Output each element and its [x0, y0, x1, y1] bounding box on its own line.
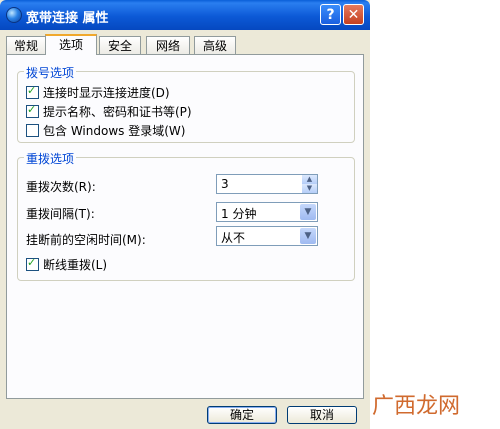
include-domain-checkbox[interactable] [26, 123, 39, 137]
window-title: 宽带连接 属性 [26, 11, 109, 26]
dial-options-title: 拨号选项 [24, 64, 77, 81]
spin-up-icon[interactable]: ▲ [301, 175, 317, 184]
redial-if-dropped-label: 断线重拨(L) [43, 257, 108, 272]
redial-attempts-value: 3 [221, 177, 229, 191]
redial-attempts-spinner[interactable]: 3 ▲ ▼ [216, 174, 318, 194]
tab-general[interactable]: 常规 [6, 36, 46, 54]
tab-networking[interactable]: 网络 [146, 36, 190, 54]
dial-options-group: 拨号选项 连接时显示连接进度(D) 提示名称、密码和证书等(P) 包含 Wind… [17, 64, 355, 143]
prompt-credentials-option[interactable]: 提示名称、密码和证书等(P) [26, 103, 192, 119]
cancel-button[interactable]: 取消 [287, 406, 357, 424]
ok-button[interactable]: 确定 [207, 406, 277, 424]
watermark-text: 广西龙网 [372, 394, 461, 419]
properties-dialog: 宽带连接 属性 ? ✕ 常规 选项 安全 网络 高级 拨号选项 连接时显示连接进… [0, 0, 370, 429]
show-progress-label: 连接时显示连接进度(D) [43, 85, 170, 100]
spin-down-icon[interactable]: ▼ [301, 184, 317, 193]
network-globe-icon [6, 7, 22, 23]
idle-time-label: 挂断前的空闲时间(M): [26, 233, 146, 247]
tab-security[interactable]: 安全 [99, 36, 141, 54]
redial-options-title: 重拨选项 [24, 150, 77, 167]
redial-if-dropped-checkbox[interactable] [26, 256, 39, 271]
redial-interval-value: 1 分钟 [221, 207, 257, 221]
chevron-down-icon[interactable]: ▼ [300, 204, 316, 220]
redial-interval-label: 重拨间隔(T): [26, 207, 95, 221]
redial-if-dropped-option[interactable]: 断线重拨(L) [26, 256, 107, 272]
show-progress-option[interactable]: 连接时显示连接进度(D) [26, 84, 170, 100]
prompt-credentials-label: 提示名称、密码和证书等(P) [43, 104, 192, 119]
close-button[interactable]: ✕ [343, 4, 364, 25]
spin-buttons[interactable]: ▲ ▼ [301, 175, 317, 193]
chevron-down-icon[interactable]: ▼ [300, 228, 316, 244]
redial-interval-select[interactable]: 1 分钟 ▼ [216, 202, 318, 222]
help-button[interactable]: ? [320, 4, 341, 25]
redial-options-group: 重拨选项 重拨次数(R): 3 ▲ ▼ 重拨间隔(T): 1 分钟 ▼ 挂断前的… [17, 150, 355, 281]
title-bar[interactable]: 宽带连接 属性 ? ✕ [0, 0, 370, 30]
include-domain-option[interactable]: 包含 Windows 登录域(W) [26, 122, 185, 138]
tab-options[interactable]: 选项 [45, 34, 97, 55]
idle-time-select[interactable]: 从不 ▼ [216, 226, 318, 246]
tab-advanced[interactable]: 高级 [194, 36, 236, 54]
options-panel: 拨号选项 连接时显示连接进度(D) 提示名称、密码和证书等(P) 包含 Wind… [6, 54, 364, 399]
prompt-credentials-checkbox[interactable] [26, 103, 39, 118]
include-domain-label: 包含 Windows 登录域(W) [43, 123, 186, 138]
show-progress-checkbox[interactable] [26, 84, 39, 99]
idle-time-value: 从不 [221, 231, 246, 245]
redial-attempts-label: 重拨次数(R): [26, 180, 96, 194]
